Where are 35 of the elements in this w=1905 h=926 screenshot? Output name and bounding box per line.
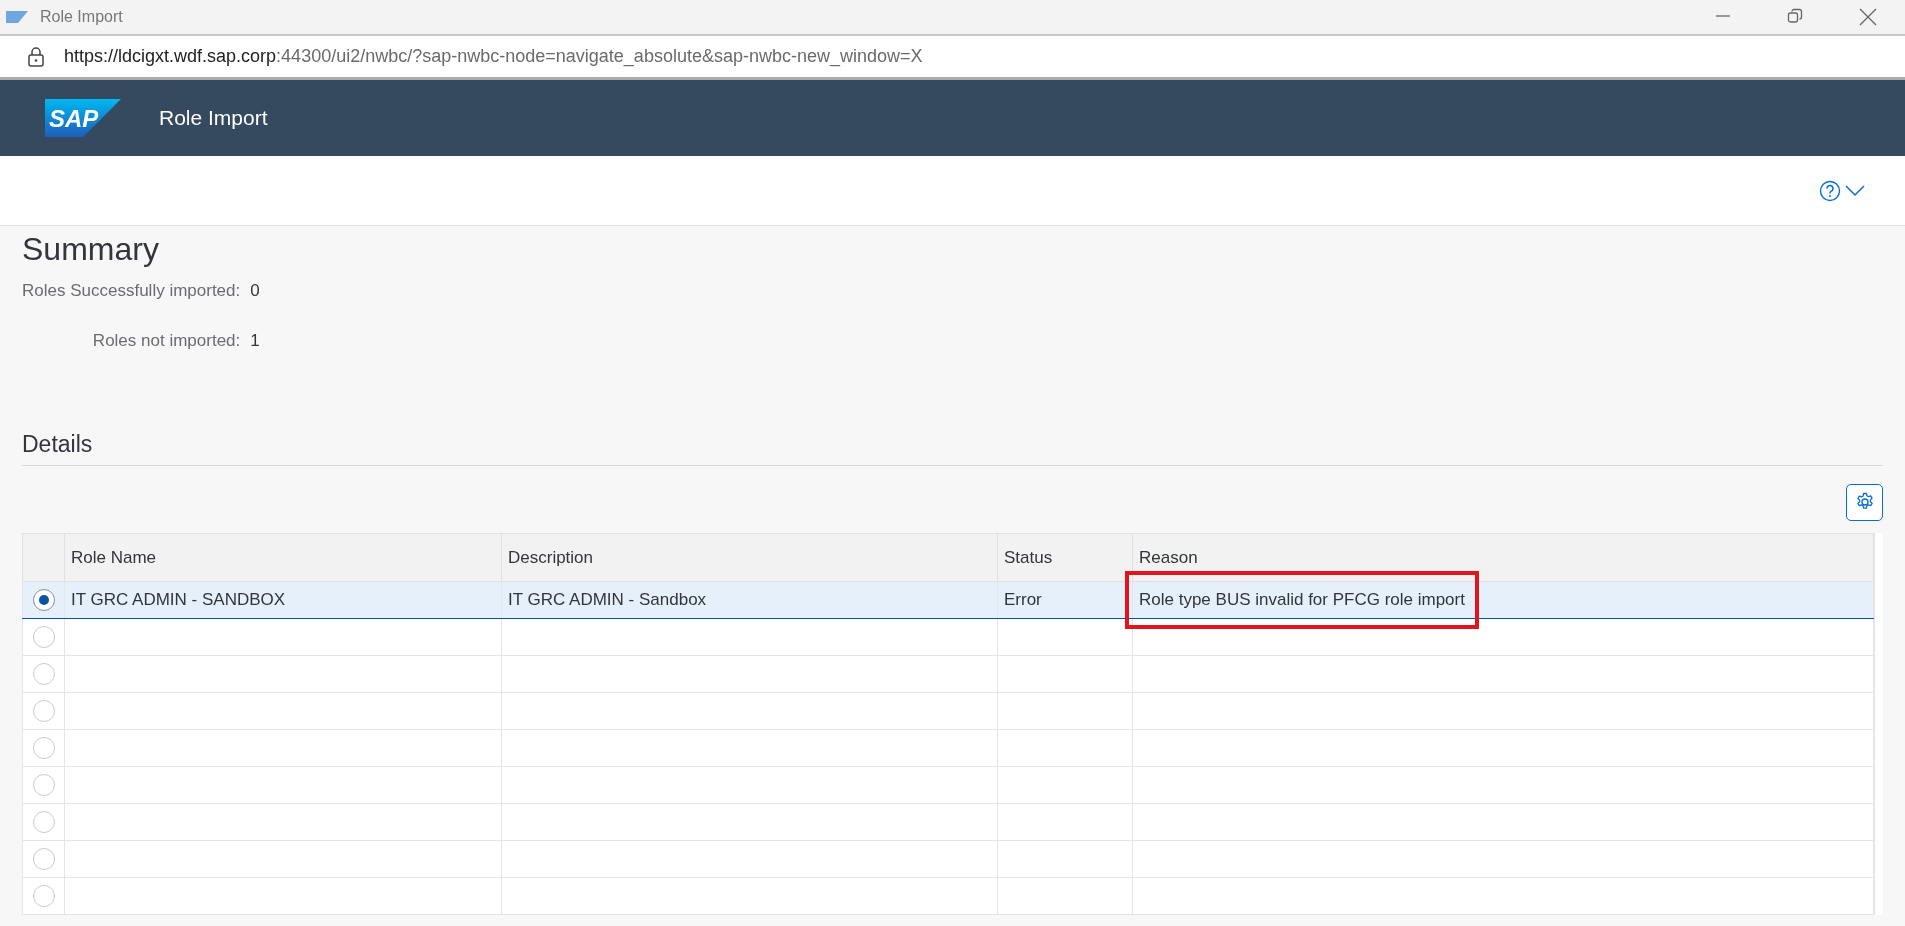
field-label: Roles not imported: xyxy=(91,329,241,352)
row-radio-button[interactable] xyxy=(32,589,55,611)
table-cell: Error xyxy=(1004,590,1042,610)
lock-icon xyxy=(28,46,44,67)
window-title: Role Import xyxy=(40,7,123,27)
settings-button[interactable] xyxy=(1846,484,1883,521)
column-header: Reason xyxy=(1132,533,1874,582)
field-value: 0 xyxy=(250,280,260,303)
row-radio-button[interactable] xyxy=(32,848,55,870)
help-icon[interactable] xyxy=(1819,179,1841,202)
restore-icon[interactable] xyxy=(1787,8,1803,24)
table-cell: IT GRC ADMIN - Sandbox xyxy=(508,590,707,610)
app-logo-icon xyxy=(6,11,28,23)
close-icon[interactable] xyxy=(1859,8,1877,26)
scrollbar-track[interactable] xyxy=(1874,533,1883,915)
column-header: Role Name xyxy=(64,533,502,582)
row-radio-button[interactable] xyxy=(32,811,55,833)
address-url: https://ldcigxt.wdf.sap.corp:44300/ui2/nwbc/?sap-nwbc-node=navigate_absolute&sap-nwbc-new_window=X xyxy=(64,45,923,69)
details-heading: Details xyxy=(22,431,1883,466)
highlighted-cell: Role type BUS invalid for PFCG role import xyxy=(1125,571,1479,629)
shell-title: Role Import xyxy=(159,105,268,132)
sap-logo: SAP xyxy=(45,99,121,137)
table-cell: IT GRC ADMIN - SANDBOX xyxy=(71,590,286,610)
column-header: Status xyxy=(997,533,1133,582)
field-label: Roles Successfully imported: xyxy=(22,280,241,303)
row-radio-button[interactable] xyxy=(32,737,55,759)
row-radio-button[interactable] xyxy=(32,663,55,685)
column-header: Description xyxy=(501,533,998,582)
row-radio-button[interactable] xyxy=(32,774,55,796)
row-radio-button[interactable] xyxy=(32,700,55,722)
summary-heading: Summary xyxy=(22,230,160,269)
row-radio-button[interactable] xyxy=(32,626,55,648)
chevron-down-icon[interactable] xyxy=(1845,184,1865,197)
row-radio-button[interactable] xyxy=(32,885,55,907)
field-value: 1 xyxy=(250,329,260,352)
